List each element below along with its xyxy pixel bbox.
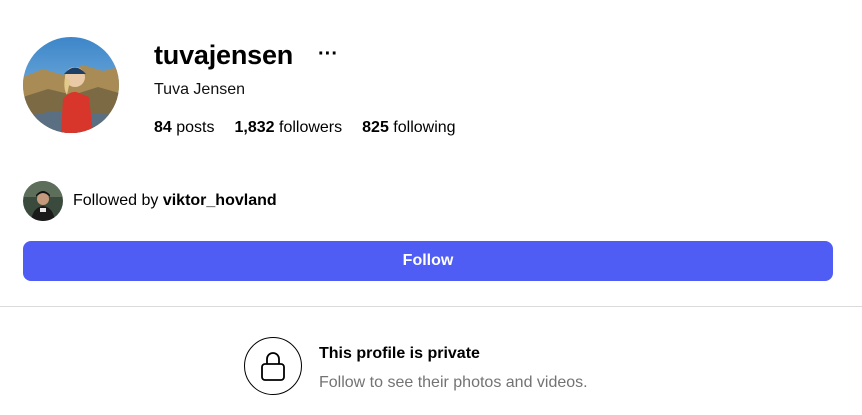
posts-count: 84 — [154, 119, 172, 136]
followed-by-text: Followed by viktor_hovland — [73, 190, 277, 212]
followers-count: 1,832 — [234, 119, 275, 136]
private-profile-title: This profile is private — [319, 345, 480, 362]
following-label: following — [393, 119, 456, 136]
followed-by-row[interactable]: Followed by viktor_hovland — [23, 181, 277, 221]
followers-stat[interactable]: 1,832 followers — [235, 117, 343, 139]
mutual-follower-avatar[interactable] — [23, 181, 63, 221]
following-count: 825 — [362, 119, 389, 136]
private-profile-subtitle: Follow to see their photos and videos. — [319, 374, 588, 391]
followers-label: followers — [279, 119, 343, 136]
following-stat[interactable]: 825 following — [362, 117, 455, 139]
profile-stats: 84 posts 1,832 followers 825 following — [154, 117, 456, 139]
profile-avatar[interactable] — [23, 37, 119, 133]
more-options-icon[interactable]: ··· — [318, 42, 338, 66]
lock-icon — [244, 337, 302, 395]
followed-by-username[interactable]: viktor_hovland — [163, 192, 277, 209]
follow-button[interactable]: Follow — [23, 241, 833, 281]
section-divider — [0, 306, 862, 307]
profile-full-name: Tuva Jensen — [154, 81, 246, 98]
posts-label: posts — [176, 119, 215, 136]
posts-stat: 84 posts — [154, 117, 215, 139]
profile-page: tuvajensen ··· Tuva Jensen 84 posts 1,83… — [0, 0, 862, 415]
profile-username: tuvajensen — [154, 40, 294, 70]
followed-by-prefix: Followed by — [73, 192, 159, 209]
